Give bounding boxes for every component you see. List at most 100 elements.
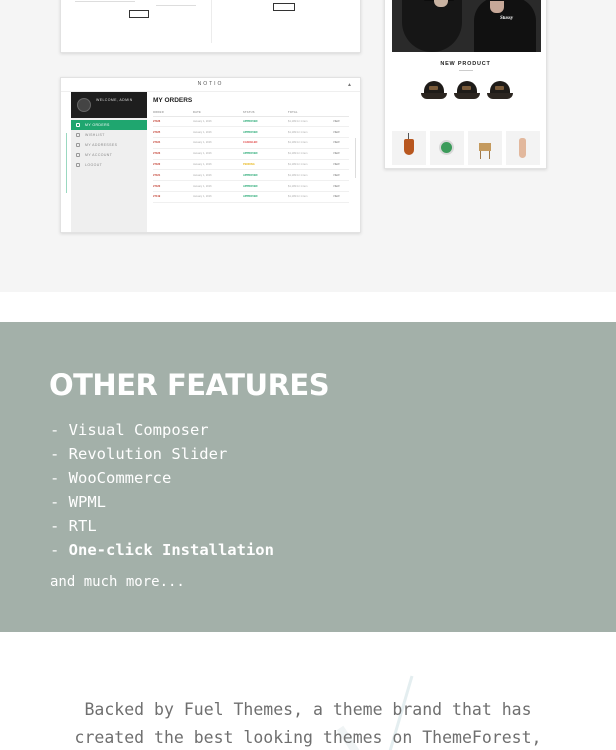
order-date: January 1, 2016 [193, 126, 243, 139]
order-status: APPROVED [243, 116, 288, 128]
model-figure: Stussy [474, 0, 536, 52]
feature-prefix: - [50, 541, 69, 559]
order-status: APPROVED [243, 126, 288, 139]
account-header: WELCOME, ADMIN [71, 92, 147, 118]
column-header [333, 109, 349, 117]
placeholder-line [156, 5, 196, 6]
logout-icon [76, 163, 80, 167]
order-status: CANCELED [243, 137, 288, 149]
menu-label: MY ACCOUNT [85, 153, 113, 157]
order-number: #7421 [153, 169, 193, 182]
table-row: #7419 January 1, 2016 APPROVED $1,199 for 1… [153, 191, 349, 203]
order-view-link[interactable]: VIEW [333, 159, 349, 171]
order-number: #7422 [153, 159, 193, 171]
placeholder-line [75, 1, 135, 2]
table-row: #7421 January 1, 2016 APPROVED $1,199 for 1… [153, 169, 349, 182]
table-row: #7425 January 1, 2016 APPROVED $1,199 for 1… [153, 126, 349, 139]
table-row: #7423 January 1, 2016 APPROVED $1,199 for 1… [153, 148, 349, 160]
about-line: Backed by Fuel Themes, a theme brand tha… [84, 700, 532, 719]
order-status: PENDING [243, 159, 288, 171]
feature-item: - WPML [50, 493, 106, 511]
order-date: January 1, 2016 [193, 116, 243, 128]
feature-item-highlight: - One-click Installation [50, 538, 274, 562]
more-features-text: and much more... [50, 574, 185, 590]
order-view-link[interactable]: VIEW [333, 126, 349, 139]
order-date: January 1, 2016 [193, 169, 243, 182]
model-figure [402, 0, 462, 52]
user-icon [76, 153, 80, 157]
order-view-link[interactable]: VIEW [333, 116, 349, 128]
product-thumbnail [506, 131, 540, 165]
order-view-link[interactable]: VIEW [333, 137, 349, 149]
preview-card-partial [60, 0, 361, 53]
section-title: OTHER FEATURES [49, 368, 330, 402]
menu-label: MY ADDRESSES [85, 143, 118, 147]
orders-panel: MY ORDERS ORDER DATE STATUS TOTAL #7426 J… [147, 92, 355, 232]
order-total: $1,199 for 1 item [288, 148, 333, 160]
hero-logo-text: Stussy [500, 16, 514, 21]
order-view-link[interactable]: VIEW [333, 191, 349, 203]
order-total: $1,199 for 1 item [288, 169, 333, 182]
about-line: created the best looking themes on Theme… [74, 728, 542, 747]
cart-icon: ▲ [347, 82, 352, 88]
order-number: #7426 [153, 116, 193, 128]
menu-label: LOGOUT [85, 163, 103, 167]
order-total: $1,199 for 1 item [288, 191, 333, 203]
address-icon [76, 143, 80, 147]
order-total: $1,199 for 1 item [288, 159, 333, 171]
account-sidebar: WELCOME, ADMIN MY ORDERS WISHLIST MY ADD… [71, 92, 147, 232]
account-menu-item: WISHLIST [71, 130, 147, 140]
order-date: January 1, 2016 [193, 148, 243, 160]
table-header-row: ORDER DATE STATUS TOTAL [153, 109, 349, 117]
order-date: January 1, 2016 [193, 191, 243, 203]
heart-icon [76, 133, 80, 137]
other-features-section: OTHER FEATURES - Visual Composer - Revol… [0, 322, 616, 632]
dashboard-topbar: NOTIO ▲ [61, 78, 360, 92]
about-paragraph: Backed by Fuel Themes, a theme brand tha… [0, 696, 616, 750]
order-view-link[interactable]: VIEW [333, 180, 349, 193]
column-header: STATUS [243, 109, 288, 117]
orders-table: ORDER DATE STATUS TOTAL #7426 January 1, … [153, 109, 349, 203]
order-view-link[interactable]: VIEW [333, 148, 349, 160]
product-thumbnail [392, 131, 426, 165]
order-view-link[interactable]: VIEW [333, 169, 349, 182]
order-number: #7419 [153, 191, 193, 203]
account-menu: MY ORDERS WISHLIST MY ADDRESSES MY ACCOU… [71, 120, 147, 170]
order-date: January 1, 2016 [193, 137, 243, 149]
about-section: Backed by Fuel Themes, a theme brand tha… [0, 632, 616, 750]
product-row [417, 81, 517, 105]
menu-label: MY ORDERS [85, 123, 110, 127]
order-number: #7423 [153, 148, 193, 160]
preview-mini-button [273, 3, 295, 11]
order-total: $1,199 for 1 item [288, 126, 333, 139]
side-scroll-indicator [64, 133, 68, 193]
feature-label: One-click Installation [68, 541, 274, 559]
account-menu-item: MY ACCOUNT [71, 150, 147, 160]
table-row: #7422 January 1, 2016 PENDING $1,199 for 1 … [153, 159, 349, 171]
account-menu-item: MY ADDRESSES [71, 140, 147, 150]
menu-label: WISHLIST [85, 133, 105, 137]
cap-product-image [454, 81, 480, 101]
feature-item: - RTL [50, 517, 97, 535]
feature-item: - WooCommerce [50, 469, 172, 487]
table-row: #7420 January 1, 2016 APPROVED $1,199 for 1… [153, 180, 349, 193]
column-header: TOTAL [288, 109, 333, 117]
section-heading: NEW PRODUCT [440, 61, 491, 67]
dashboard-preview-card: NOTIO ▲ WELCOME, ADMIN MY ORDERS WISHLIS… [60, 77, 361, 233]
order-status: APPROVED [243, 191, 288, 203]
order-number: #7425 [153, 126, 193, 139]
order-total: $1,199 for 1 item [288, 137, 333, 149]
heading-underline [459, 70, 473, 71]
welcome-text: WELCOME, ADMIN [96, 98, 133, 102]
order-status: APPROVED [243, 180, 288, 193]
cap-product-image [421, 81, 447, 101]
order-status: APPROVED [243, 169, 288, 182]
order-number: #7420 [153, 180, 193, 193]
right-scroll-indicator [355, 138, 356, 178]
order-number: #7424 [153, 137, 193, 149]
theme-showcase: NOTIO ▲ WELCOME, ADMIN MY ORDERS WISHLIS… [0, 0, 616, 292]
order-date: January 1, 2016 [193, 180, 243, 193]
product-preview-card: Stussy NEW PRODUCT [384, 0, 547, 169]
account-menu-item: LOGOUT [71, 160, 147, 170]
product-thumbnail [468, 131, 502, 165]
